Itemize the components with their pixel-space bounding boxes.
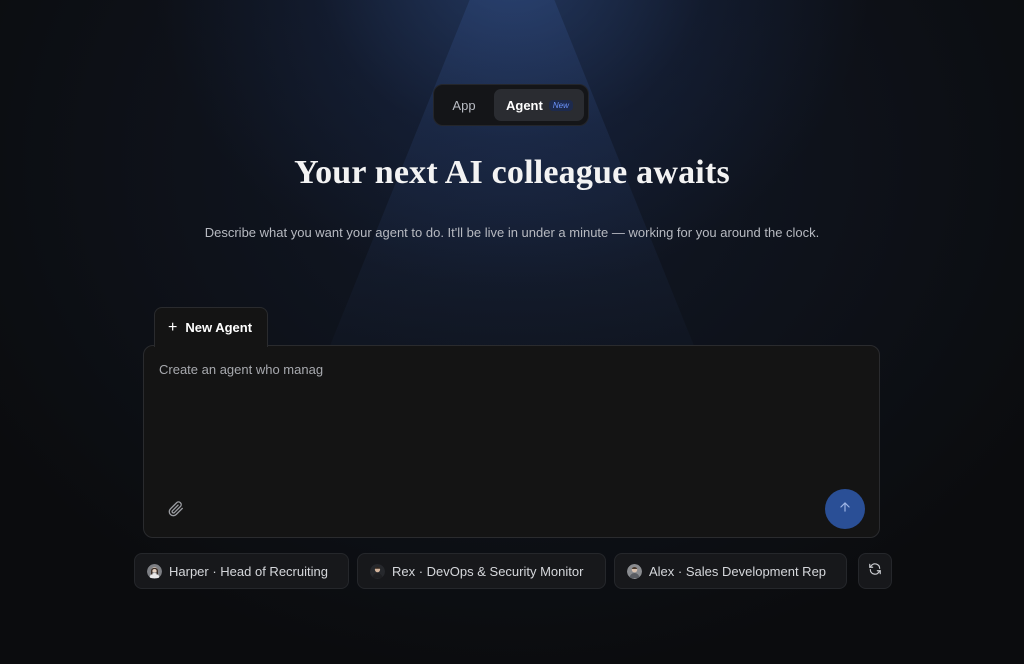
- mode-option-agent-label: Agent: [506, 97, 543, 113]
- new-agent-tab[interactable]: + New Agent: [154, 307, 268, 347]
- mode-option-app-label: App: [452, 97, 476, 113]
- suggestion-chip-harper-label: Harper · Head of Recruiting: [169, 563, 328, 579]
- send-button[interactable]: [825, 489, 865, 529]
- suggestion-chip-alex-label: Alex · Sales Development Rep: [649, 563, 827, 579]
- avatar-alex: [627, 563, 642, 579]
- avatar-harper: [147, 563, 162, 579]
- agent-builder-page: App Agent New Your next AI colleague awa…: [0, 0, 1024, 664]
- page-subtitle: Describe what you want your agent to do.…: [204, 225, 820, 240]
- suggestion-chip-harper[interactable]: Harper · Head of Recruiting: [134, 553, 349, 589]
- suggestion-chip-rex[interactable]: Rex · DevOps & Security Monitor: [357, 553, 606, 589]
- refresh-icon: [868, 562, 882, 581]
- avatar-rex: [370, 563, 385, 579]
- arrow-up-icon: [838, 500, 852, 519]
- mode-option-agent[interactable]: Agent New: [494, 89, 584, 121]
- page-title: Your next AI colleague awaits: [294, 154, 730, 191]
- agent-prompt-input[interactable]: [159, 362, 859, 482]
- mode-toggle: App Agent New: [433, 84, 589, 126]
- mode-option-app[interactable]: App: [438, 89, 490, 121]
- new-agent-tab-label: New Agent: [185, 320, 253, 335]
- new-badge: New: [548, 99, 573, 111]
- suggestion-chip-alex[interactable]: Alex · Sales Development Rep: [614, 553, 847, 589]
- plus-icon: +: [168, 318, 178, 336]
- suggestion-chips: Harper · Head of Recruiting Rex · DevOps…: [0, 553, 1024, 589]
- refresh-suggestions-button[interactable]: [858, 553, 892, 589]
- paperclip-icon[interactable]: [166, 499, 186, 519]
- suggestion-chip-rex-label: Rex · DevOps & Security Monitor: [392, 563, 584, 579]
- agent-prompt-box: [143, 345, 880, 538]
